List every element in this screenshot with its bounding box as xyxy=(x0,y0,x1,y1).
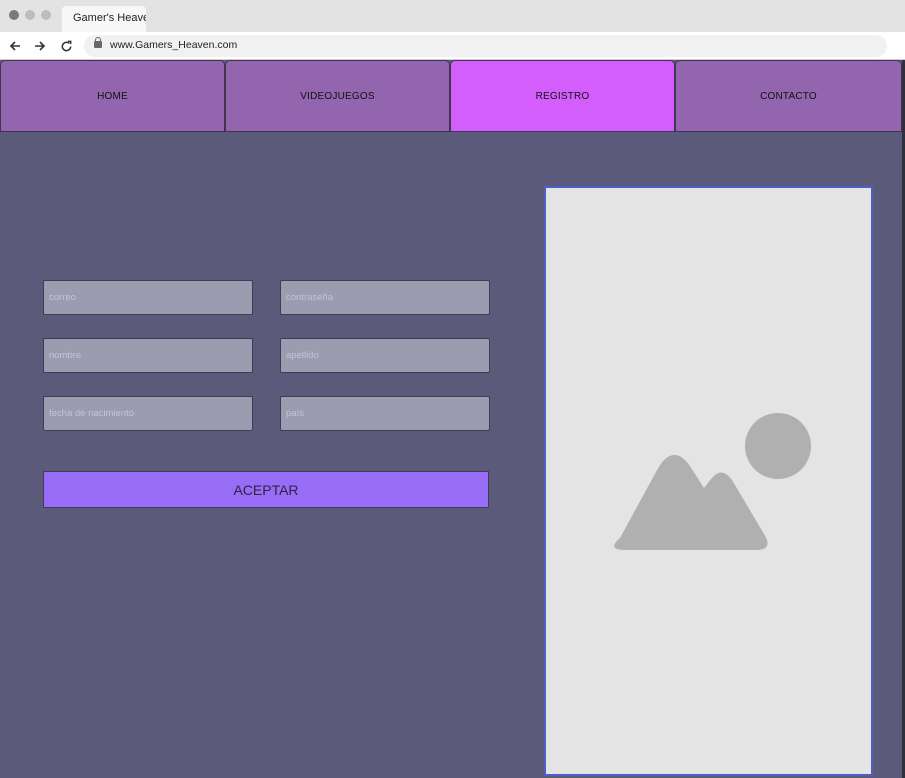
reload-icon[interactable] xyxy=(56,36,76,56)
birthdate-input[interactable] xyxy=(44,397,252,430)
image-placeholder-icon xyxy=(614,413,811,550)
last-name-field[interactable] xyxy=(280,338,490,373)
browser-titlebar: Gamer's Heaven xyxy=(0,0,905,32)
nav-item-label: HOME xyxy=(97,90,128,102)
url-text: www.Gamers_Heaven.com xyxy=(110,39,238,51)
nav-item-videojuegos[interactable]: VIDEOJUEGOS xyxy=(225,60,450,132)
window-close-dot[interactable] xyxy=(9,10,19,20)
browser-tab[interactable]: Gamer's Heaven xyxy=(62,6,146,32)
url-field[interactable]: www.Gamers_Heaven.com xyxy=(84,35,887,57)
email-input[interactable] xyxy=(44,281,252,314)
window-minimize-dot[interactable] xyxy=(25,10,35,20)
nav-item-home[interactable]: HOME xyxy=(0,60,225,132)
first-name-input[interactable] xyxy=(44,339,252,372)
address-bar: www.Gamers_Heaven.com xyxy=(0,32,905,60)
nav-item-label: REGISTRO xyxy=(535,90,590,102)
password-input[interactable] xyxy=(281,281,489,314)
nav-item-contacto[interactable]: CONTACTO xyxy=(675,60,902,132)
nav-item-registro[interactable]: REGISTRO xyxy=(450,60,675,132)
lock-icon xyxy=(94,37,102,48)
site-nav: HOME VIDEOJUEGOS REGISTRO CONTACTO xyxy=(0,60,902,132)
accept-button[interactable]: ACEPTAR xyxy=(43,471,489,508)
birthdate-field[interactable] xyxy=(43,396,253,431)
nav-item-label: CONTACTO xyxy=(760,90,817,102)
arrow-right-icon[interactable] xyxy=(30,36,50,56)
password-field[interactable] xyxy=(280,280,490,315)
email-field[interactable] xyxy=(43,280,253,315)
last-name-input[interactable] xyxy=(281,339,489,372)
accept-button-label: ACEPTAR xyxy=(233,481,299,498)
tab-title: Gamer's Heaven xyxy=(73,12,146,24)
window-maximize-dot[interactable] xyxy=(41,10,51,20)
nav-item-label: VIDEOJUEGOS xyxy=(300,90,375,102)
country-field[interactable] xyxy=(280,396,490,431)
first-name-field[interactable] xyxy=(43,338,253,373)
arrow-left-icon[interactable] xyxy=(5,36,25,56)
image-placeholder xyxy=(544,186,873,776)
country-input[interactable] xyxy=(281,397,489,430)
